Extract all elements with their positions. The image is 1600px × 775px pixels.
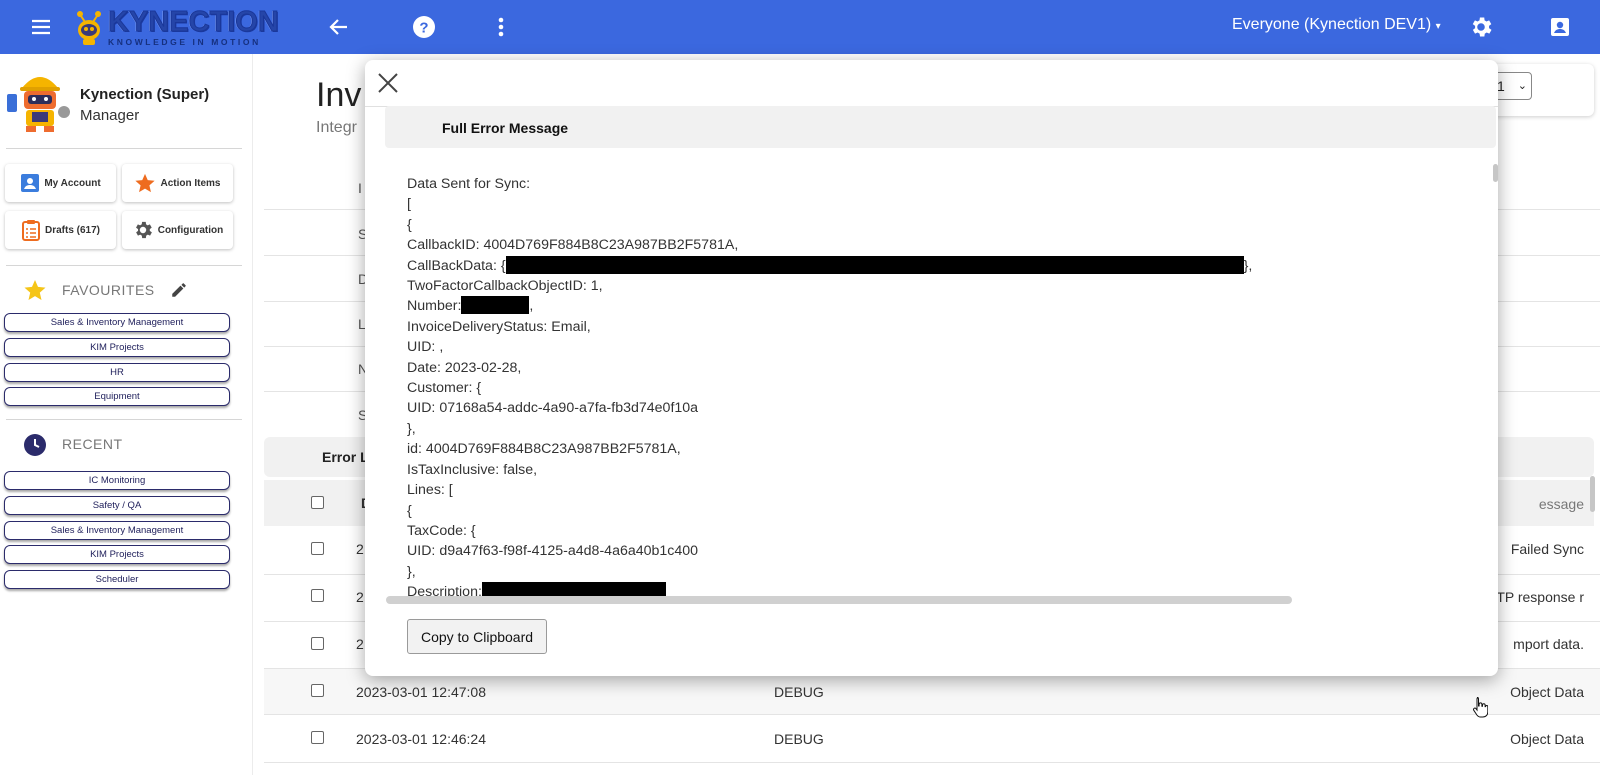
redacted-block bbox=[461, 296, 530, 315]
modal-overlay: Full Error Message Data Sent for Sync:[{… bbox=[0, 0, 1600, 775]
dialog-title: Full Error Message bbox=[442, 120, 569, 136]
error-message-dialog: Full Error Message Data Sent for Sync:[{… bbox=[365, 60, 1498, 676]
redacted-block bbox=[505, 255, 1244, 274]
error-message-text: Data Sent for Sync:[{CallbackID: 4004D76… bbox=[407, 176, 1253, 601]
close-icon bbox=[378, 73, 398, 93]
copy-to-clipboard-button[interactable]: Copy to Clipboard bbox=[407, 619, 547, 654]
hand-cursor-icon bbox=[1473, 697, 1488, 718]
close-button[interactable] bbox=[373, 68, 403, 98]
error-message-content[interactable]: Data Sent for Sync:[{CallbackID: 4004D76… bbox=[385, 160, 1485, 656]
content-horizontal-scrollbar[interactable] bbox=[386, 596, 1292, 604]
dialog-header: Full Error Message bbox=[385, 106, 1496, 148]
content-vertical-scrollbar[interactable] bbox=[1493, 164, 1498, 182]
